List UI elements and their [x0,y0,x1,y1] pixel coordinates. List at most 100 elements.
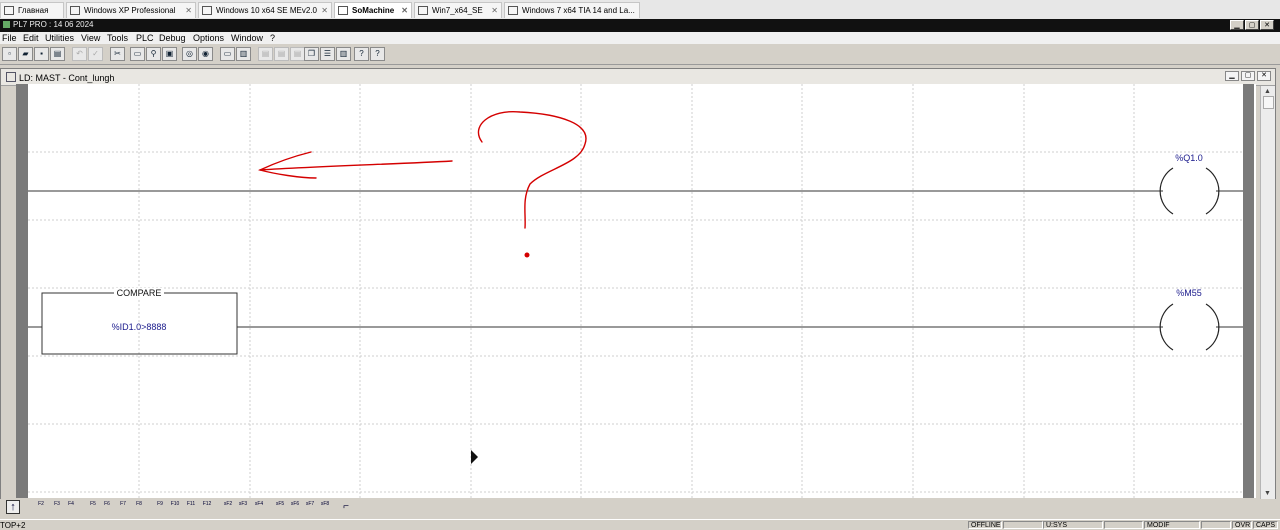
monitor-icon [70,6,80,15]
menu-debug[interactable]: Debug [159,33,186,43]
close-icon[interactable]: ✕ [321,6,328,15]
scroll-down-icon[interactable]: ▼ [1262,488,1273,499]
palette-fill[interactable]: F8 [132,500,146,514]
help-icon[interactable]: ? [354,47,369,61]
status-modif: MODIF [1144,521,1200,529]
monitor-icon [508,6,518,15]
tab-label: Windows 7 x64 TIA 14 and La... [522,6,635,15]
palette-set-coil[interactable]: F11 [184,500,198,514]
menu-edit[interactable]: Edit [23,33,39,43]
menu-window[interactable]: Window [231,33,263,43]
status-ovr: OVR [1232,521,1252,529]
monitor-icon [202,6,212,15]
browser-tab-strip: Главная Windows XP Professional ✕ Windows… [0,0,1280,20]
left-power-rail [16,84,28,498]
menu-plc[interactable]: PLC [136,33,154,43]
menu-tools[interactable]: Tools [107,33,128,43]
cross-reference-icon[interactable]: ◎ [182,47,197,61]
tab-home[interactable]: Главная [0,2,64,18]
tab-win7-tia[interactable]: Windows 7 x64 TIA 14 and La... [504,2,640,18]
palette-operate[interactable]: sF3 [236,500,250,514]
vertical-scrollbar[interactable]: ▲ ▼ [1260,86,1275,499]
editor-maximize-button[interactable]: ▢ [1241,71,1255,81]
animation-icon[interactable]: ◉ [198,47,213,61]
palette-compare[interactable]: sF4 [252,500,266,514]
tab-label: Главная [18,6,49,15]
ladder-diagram[interactable]: %Q1.0 COMPARE %ID1.0>8888 %M55 [0,84,1262,498]
palette-inverse-coil[interactable]: F10 [168,500,182,514]
palette-function-block[interactable]: sF7 [303,500,317,514]
tab-windows-10[interactable]: Windows 10 x64 SE MEv2.0 ✕ [198,2,332,18]
compare-block-title: COMPARE [117,288,162,298]
red-question-dot [524,252,530,258]
palette-falling-edge[interactable]: F5 [86,500,100,514]
save-icon[interactable]: ▪ [34,47,49,61]
open-folder-icon[interactable]: ▰ [18,47,33,61]
close-button[interactable]: ✕ [1260,20,1274,30]
coil-label-m55[interactable]: %M55 [1176,288,1202,298]
new-icon[interactable]: ▫ [2,47,17,61]
app-title: PL7 PRO : 14 06 2024 [13,20,94,29]
palette-timer[interactable]: sF5 [273,500,287,514]
pointer-tool-icon[interactable]: ↑ [6,500,20,514]
minimize-button[interactable]: ▁ [1230,20,1244,30]
editor-title: LD: MAST - Cont_lungh [19,73,115,83]
maximize-button[interactable]: ▢ [1245,20,1259,30]
palette-rising-edge[interactable]: F4 [64,500,78,514]
close-icon[interactable]: ✕ [185,6,192,15]
editor-minimize-button[interactable]: ▁ [1225,71,1239,81]
cut-icon[interactable]: ✂ [110,47,125,61]
close-icon[interactable]: ✕ [401,6,408,15]
tab-windows-xp[interactable]: Windows XP Professional ✕ [66,2,196,18]
tab-label: Windows 10 x64 SE MEv2.0 [216,6,317,15]
menu-utilities[interactable]: Utilities [45,33,74,43]
menu-view[interactable]: View [81,33,100,43]
palette-horizontal-link[interactable]: F6 [100,500,114,514]
tab-win7-se[interactable]: Win7_x64_SE ✕ [414,2,502,18]
status-panel-empty [1201,521,1231,529]
validate-icon[interactable]: ✓ [88,47,103,61]
status-bar: TOP+2 OFFLINE U:SYS MODIF OVR CAPS [0,519,1280,530]
disabled-tool-icon[interactable]: ▤ [258,47,273,61]
menu-bar: File Edit Utilities View Tools PLC Debug… [0,32,1280,44]
editor-close-button[interactable]: ✕ [1257,71,1271,81]
home-icon [4,6,14,15]
palette-contact-no[interactable]: F2 [34,500,48,514]
table-icon[interactable]: ▥ [236,47,251,61]
context-help-icon[interactable]: ? [370,47,385,61]
ladder-element-palette: ↑ F2 F3 F4 F5 F6 F7 F8 F9 F10 F11 F12 sF… [0,499,1280,517]
palette-reset-coil[interactable]: F12 [200,500,214,514]
replace-icon[interactable]: ▣ [162,47,177,61]
undo-icon[interactable]: ↶ [72,47,87,61]
status-panel-empty [1104,521,1143,529]
tile-horizontal-icon[interactable]: ☰ [320,47,335,61]
tab-somachine[interactable]: SoMachine ✕ [334,2,412,18]
ladder-background [16,84,1256,498]
compare-expression[interactable]: %ID1.0>8888 [112,322,167,332]
disabled-tool-icon[interactable]: ▤ [274,47,289,61]
status-offline: OFFLINE [968,521,1002,529]
scroll-thumb[interactable] [1263,96,1274,109]
menu-file[interactable]: File [2,33,17,43]
palette-vertical-link[interactable]: F7 [116,500,130,514]
palette-counter[interactable]: sF6 [288,500,302,514]
tile-vertical-icon[interactable]: ▥ [336,47,351,61]
disabled-tool-icon[interactable]: ▤ [290,47,305,61]
monitor-icon [338,6,348,15]
palette-jump[interactable]: sF2 [221,500,235,514]
copy-icon[interactable]: ▭ [130,47,145,61]
close-icon[interactable]: ✕ [491,6,498,15]
find-icon[interactable]: ⚲ [146,47,161,61]
toolbar: ▫ ▰ ▪ ▤ ↶ ✓ ✂ ▭ ⚲ ▣ ◎ ◉ ▭ ▥ ▤ ▤ ▤ ❐ ☰ ▥ … [0,45,1280,65]
menu-options[interactable]: Options [193,33,224,43]
cascade-icon[interactable]: ❐ [304,47,319,61]
palette-sr[interactable]: sF8 [318,500,332,514]
palette-coil[interactable]: F9 [153,500,167,514]
return-icon[interactable]: ⌐ [339,500,353,514]
palette-contact-nc[interactable]: F3 [50,500,64,514]
menu-help[interactable]: ? [270,33,275,43]
print-icon[interactable]: ▤ [50,47,65,61]
right-power-rail [1243,84,1254,498]
coil-label-q1[interactable]: %Q1.0 [1175,153,1203,163]
monitor-icon[interactable]: ▭ [220,47,235,61]
